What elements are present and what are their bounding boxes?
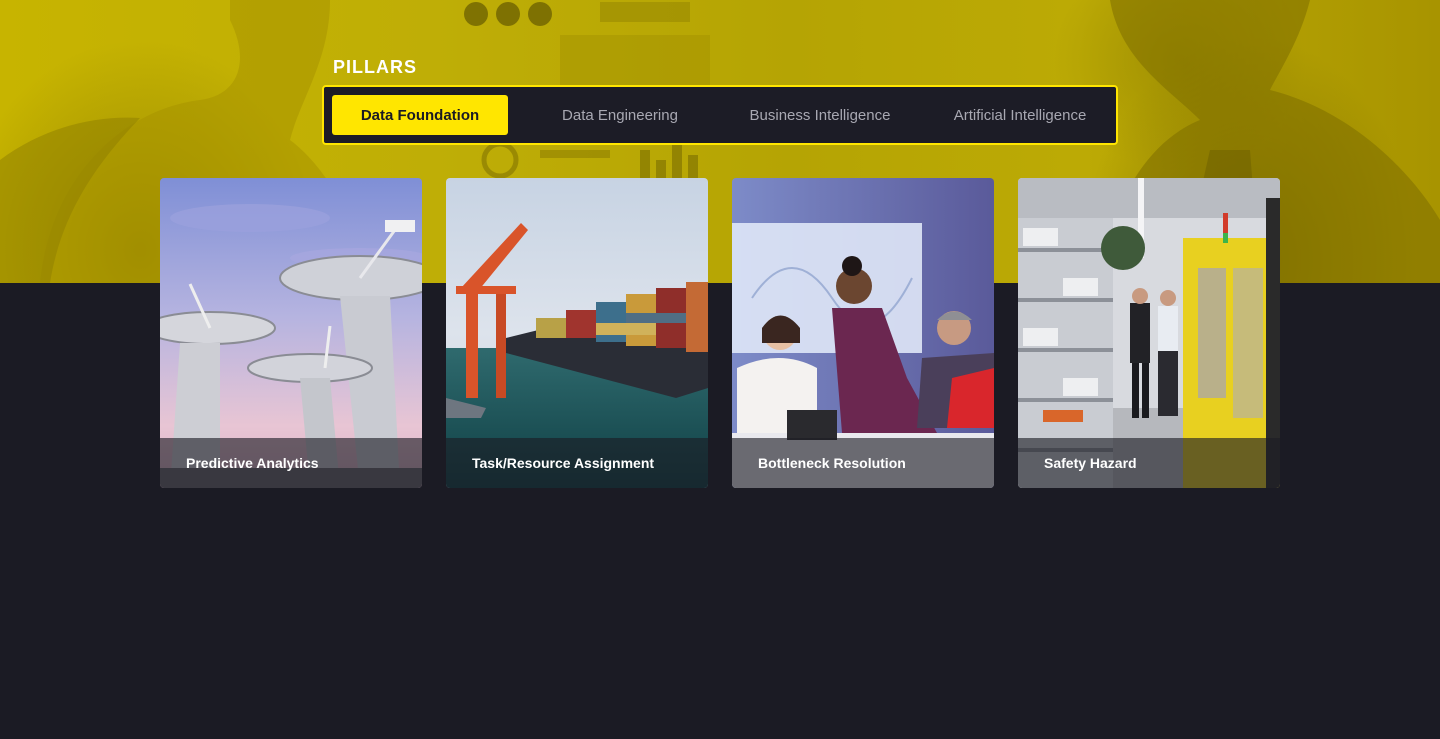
card-title: Task/Resource Assignment	[446, 438, 708, 488]
pillars-tab-bar: Data Foundation Data Engineering Busines…	[322, 85, 1118, 145]
card-title: Predictive Analytics	[160, 438, 422, 488]
card-predictive-analytics[interactable]: Predictive Analytics	[160, 178, 422, 488]
pillars-heading: PILLARS	[333, 57, 418, 77]
tab-data-engineering[interactable]: Data Engineering	[532, 95, 708, 135]
card-bottleneck-resolution[interactable]: Bottleneck Resolution	[732, 178, 994, 488]
card-title: Safety Hazard	[1018, 438, 1280, 488]
tab-data-foundation[interactable]: Data Foundation	[332, 95, 508, 135]
card-safety-hazard[interactable]: Safety Hazard	[1018, 178, 1280, 488]
tab-business-intelligence[interactable]: Business Intelligence	[732, 95, 908, 135]
tab-artificial-intelligence[interactable]: Artificial Intelligence	[932, 95, 1108, 135]
card-task-resource-assignment[interactable]: Task/Resource Assignment	[446, 178, 708, 488]
card-title: Bottleneck Resolution	[732, 438, 994, 488]
